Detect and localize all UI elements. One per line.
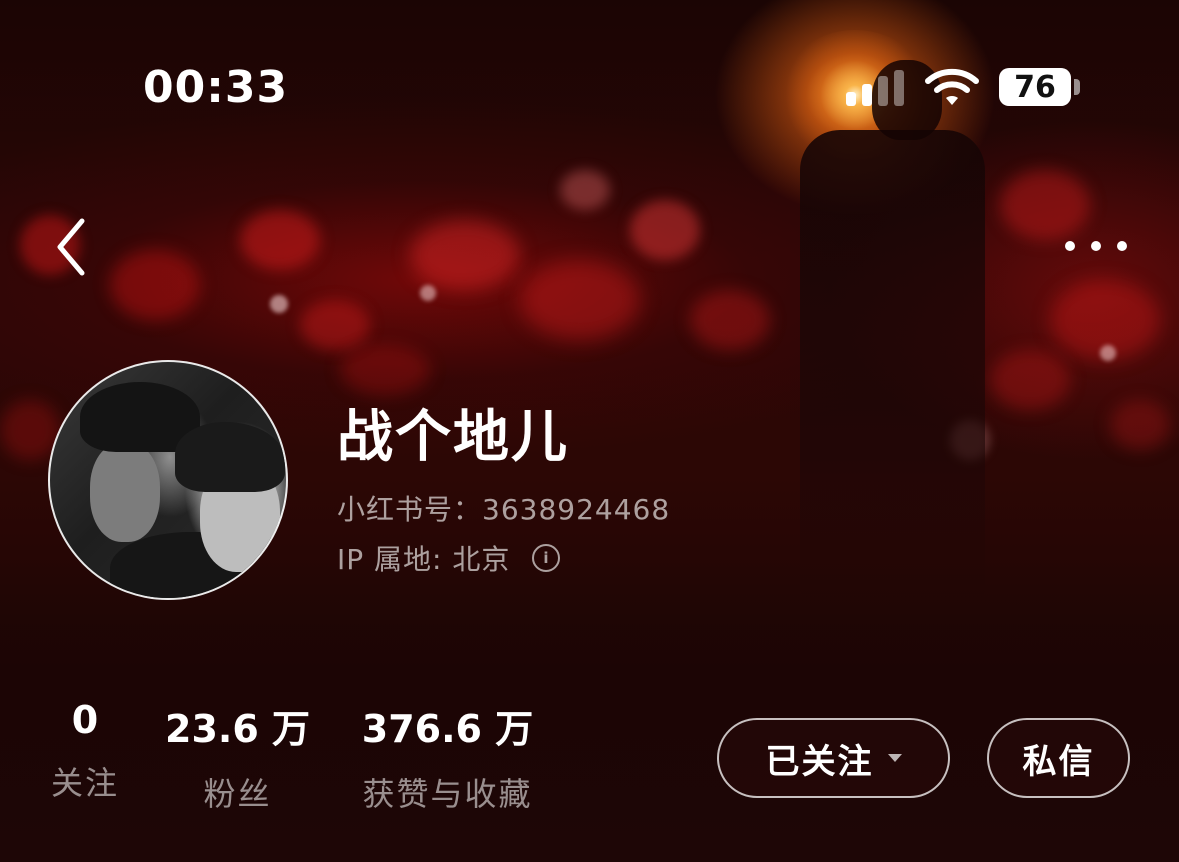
following-button[interactable]: 已关注: [717, 718, 950, 798]
stat-likes-and-collections[interactable]: 376.6 万 获赞与收藏: [350, 698, 545, 815]
more-button[interactable]: [1058, 228, 1134, 264]
info-icon[interactable]: i: [532, 544, 561, 572]
avatar[interactable]: [48, 360, 288, 600]
ip-location: IP 属地: 北京: [337, 543, 511, 576]
stat-value: 0: [71, 698, 99, 742]
message-button[interactable]: 私信: [987, 718, 1130, 798]
caret-down-icon: [887, 754, 902, 762]
chevron-left-icon: [57, 218, 85, 276]
following-button-label: 已关注: [765, 741, 874, 782]
wifi-icon: [925, 68, 979, 105]
stat-label: 粉丝: [203, 775, 272, 813]
stat-following[interactable]: 0 关注: [40, 698, 130, 804]
username: 战个地儿: [337, 405, 569, 470]
red-id: 小红书号：3638924468: [337, 493, 671, 526]
more-horizontal-icon: [1065, 241, 1127, 251]
battery-level: 76: [1014, 69, 1056, 105]
message-button-label: 私信: [1022, 741, 1095, 782]
stat-followers[interactable]: 23.6 万 粉丝: [165, 698, 310, 815]
battery-icon: 76: [999, 68, 1071, 106]
profile-header: 00:33 76 战个地儿 小红书号：3638924468 IP 属地: 北京 …: [0, 0, 1179, 862]
stat-label: 获赞与收藏: [362, 775, 533, 813]
stat-value: 376.6 万: [361, 707, 534, 751]
status-time: 00:33: [143, 62, 289, 113]
stat-label: 关注: [50, 764, 119, 802]
back-button[interactable]: [48, 215, 98, 279]
stat-value: 23.6 万: [165, 707, 310, 751]
cellular-signal-icon: [846, 70, 908, 106]
ip-location-row: IP 属地: 北京 i: [337, 538, 561, 578]
battery-nub: [1074, 79, 1080, 95]
